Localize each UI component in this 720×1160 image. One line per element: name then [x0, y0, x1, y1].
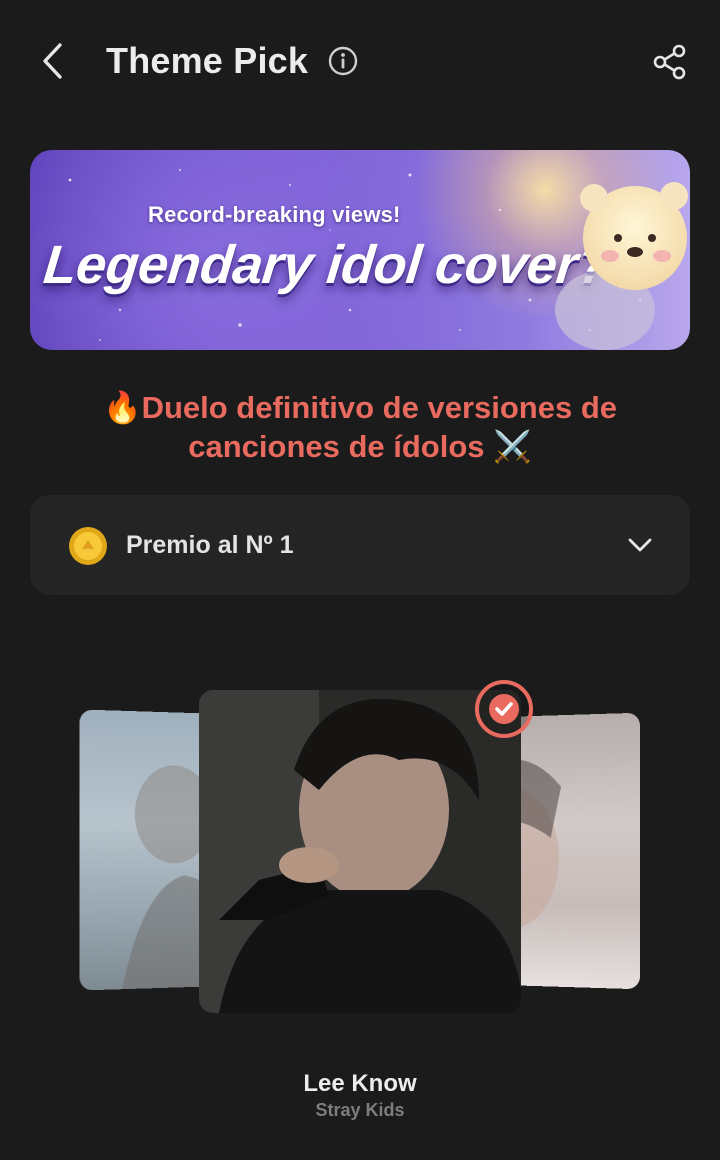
- top-bar: Theme Pick: [0, 0, 720, 120]
- candidate-carousel[interactable]: [0, 680, 720, 1020]
- coin-icon: [69, 527, 107, 565]
- mascot-illustration: [555, 182, 688, 350]
- info-icon[interactable]: [328, 46, 358, 76]
- chevron-down-icon[interactable]: [626, 531, 654, 559]
- candidate-name: Lee Know: [303, 1070, 417, 1097]
- back-button[interactable]: [30, 38, 76, 84]
- headline-line-2: canciones de ídolos ⚔️: [188, 429, 532, 464]
- candidate-group: Stray Kids: [315, 1100, 405, 1120]
- promo-banner[interactable]: Record-breaking views! Legendary idol co…: [30, 150, 690, 350]
- check-circle-icon: [475, 680, 533, 738]
- share-button[interactable]: [648, 40, 692, 84]
- banner-title: Legendary idol cover?: [40, 235, 613, 295]
- banner-subtitle: Record-breaking views!: [148, 202, 401, 227]
- prize-label: Premio al Nº 1: [126, 531, 294, 559]
- page-title: Theme Pick: [106, 40, 309, 81]
- headline-line-1: 🔥Duelo definitivo de versiones de: [102, 390, 618, 425]
- prize-dropdown[interactable]: Premio al Nº 1: [30, 495, 690, 595]
- share-icon: [653, 44, 686, 80]
- chevron-left-icon: [43, 43, 62, 79]
- headline: 🔥Duelo definitivo de versiones de cancio…: [40, 388, 680, 466]
